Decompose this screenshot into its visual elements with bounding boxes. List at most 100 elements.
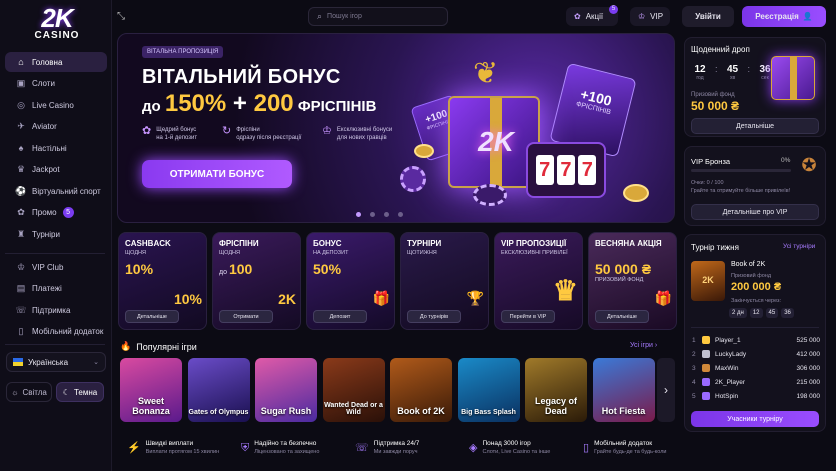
game-tile[interactable]: Sugar Rush [255, 358, 317, 422]
feature-subtitle: Ми завжди поруч [373, 449, 418, 455]
avatar [702, 350, 710, 358]
games-next-icon[interactable]: › [657, 358, 675, 422]
sidebar-item-label: VIP Club [32, 262, 64, 272]
sidebar-item-5[interactable]: ♛ Jackpot [5, 160, 107, 180]
promo-value: до 100 [219, 261, 252, 277]
leaderboard-row: 5 HotSpin 198 000 [692, 390, 820, 402]
sidebar-item-8[interactable]: ♜ Турніри [5, 224, 107, 244]
support-icon: ☏ [355, 442, 369, 454]
hero-t2-number: 200 [253, 90, 294, 117]
search-input[interactable]: ⌕ Пошук ігор [308, 7, 448, 26]
crown-icon: ♔ [322, 125, 332, 137]
sidebar-item2-0[interactable]: ♔ VIP Club [5, 257, 107, 277]
slide-dot[interactable] [370, 212, 375, 217]
promo-card[interactable]: VIP ПРОПОЗИЦІЇ ЕКСКЛЮЗИВНІ ПРИВІЛЕЇ ♛ Перей… [494, 232, 583, 330]
bow-icon: ❦ [473, 57, 499, 90]
coin-icon [414, 144, 434, 158]
promo-gift-icon: ✿ [17, 207, 25, 217]
vip-details-button[interactable]: Детальніше про VIP [691, 204, 819, 220]
promo-card[interactable]: БОНУС НА ДЕПОЗИТ 50% 🎁 Депозит [306, 232, 395, 330]
hero-banner[interactable]: ВІТАЛЬНА ПРОПОЗИЦІЯ ВІТАЛЬНИЙ БОНУС до 1… [117, 33, 675, 223]
sun-icon: ☼ [11, 387, 19, 397]
sidebar-item-0[interactable]: ⌂ Головна [5, 52, 107, 72]
hero-t2-word: ФРІСПІНІВ [293, 98, 377, 115]
leader-rank: 5 [692, 392, 696, 400]
tournament-game-thumb[interactable]: 2K [691, 261, 725, 301]
logo[interactable]: 2K CASINO [22, 5, 92, 42]
feature-line: на 1-й депозит [156, 135, 198, 141]
game-tile[interactable]: Gates of Olympus [187, 358, 250, 422]
daily-drop-panel: Щоденний дроп 12 год : 45 хв : 36 сек Призо… [684, 37, 826, 137]
daily-drop-details-button[interactable]: Детальніше [691, 118, 819, 134]
slide-dot[interactable] [398, 212, 403, 217]
avatar [702, 378, 710, 386]
register-button[interactable]: Реєстрація 👤 [742, 6, 826, 27]
promo-button[interactable]: Перейти в VIP [501, 310, 555, 323]
sidebar-item2-1[interactable]: ▤ Платежі [5, 279, 107, 299]
promo-button[interactable]: Отримати [219, 310, 273, 323]
sidebar-item-label: Слоти [32, 79, 55, 88]
promos-button[interactable]: ✿ Акції 5 [566, 5, 618, 26]
get-bonus-button[interactable]: ОТРИМАТИ БОНУС [142, 160, 292, 188]
slot-machine-art: 7 7 7 [526, 142, 606, 198]
sidebar-item-6[interactable]: ⚽ Віртуальний спорт [5, 181, 107, 201]
sidebar-item-3[interactable]: ✈ Aviator [5, 117, 107, 137]
theme-light-button[interactable]: ☼ Світла [6, 382, 52, 402]
trophy-icon: ♜ [16, 228, 26, 239]
game-tile[interactable]: Big Bass Splash [457, 358, 520, 422]
slide-dot[interactable] [384, 212, 389, 217]
tournament-seconds: 36 [781, 308, 794, 318]
promo-subtitle: ЩОТИЖНЯ [407, 250, 437, 256]
all-games-link[interactable]: Усі ігри › [630, 342, 657, 349]
promo-button[interactable]: Детальніше [125, 310, 179, 323]
tournament-ends-label: Закінчується через: [731, 298, 782, 304]
feature-line: Щедрий бонус [156, 127, 197, 133]
collapse-sidebar-icon[interactable]: ⤡ [114, 9, 128, 23]
live-casino-icon: ◎ [17, 99, 25, 110]
game-tile[interactable]: Hot Fiesta [592, 358, 655, 422]
sidebar-item-1[interactable]: ▣ Слоти [5, 74, 107, 94]
theme-dark-button[interactable]: ☾ Темна [56, 382, 104, 402]
hero-feature: ↻ Фріспіни одразу після реєстрації [222, 126, 301, 142]
promo-value: 50 000 ₴ [595, 261, 651, 277]
game-tile[interactable]: Sweet Bonanza [120, 358, 182, 422]
game-tile[interactable]: Legacy of Dead [525, 358, 587, 422]
promo-card[interactable]: ФРІСПІНИ ЩОДНЯ до 100 2K Отримати [212, 232, 301, 330]
login-button[interactable]: Увійти [682, 6, 734, 27]
promos-badge: 5 [609, 5, 618, 14]
leader-name: LuckyLady [715, 350, 747, 358]
promo-button[interactable]: Депозит [313, 310, 367, 323]
home-icon: ⌂ [18, 57, 24, 67]
language-select[interactable]: Українська ⌄ [6, 352, 106, 372]
user-icon: 👤 [802, 12, 813, 21]
promo-badge: 5 [62, 207, 74, 218]
all-tournaments-link[interactable]: Усі турніри [783, 243, 815, 250]
sidebar-item2-3[interactable]: ▯ Мобільний додаток [5, 322, 107, 342]
game-tile[interactable]: Book of 2K [390, 358, 452, 422]
feature-title: Мобільний додаток [594, 440, 653, 447]
divider [691, 327, 819, 328]
promo-card[interactable]: ВЕСНЯНА АКЦІЯ 50 000 ₴ ПРИЗОВИЙ ФОНД 🎁 Детал… [588, 232, 677, 330]
game-tile[interactable]: Wanted Dead or a Wild [322, 358, 385, 422]
sidebar-item-2[interactable]: ◎ Live Casino [5, 95, 107, 115]
sidebar-item-7[interactable]: ✿ Промо 5 [5, 203, 107, 223]
fire-icon: 🔥 [120, 341, 132, 351]
tournament-title: Турнір тижня [691, 243, 739, 252]
slot-reel: 7 [556, 155, 575, 185]
feature-item: ◈ Понад 3000 ігор Слоти, Live Casino та ін… [469, 432, 550, 464]
promo-art-icon: 10% [173, 291, 202, 307]
sidebar-item-label: Підтримка [32, 305, 71, 315]
sidebar-item-4[interactable]: ♠ Настільні [5, 138, 107, 158]
sidebar-item2-2[interactable]: ☏ Підтримка [5, 300, 107, 320]
promo-subtitle: ЩОДНЯ [125, 250, 146, 256]
promo-button[interactable]: До турнірів [407, 310, 461, 323]
promo-card[interactable]: ТУРНІРИ ЩОТИЖНЯ 🏆 До турнірів [400, 232, 489, 330]
promo-button[interactable]: Детальніше [595, 310, 649, 323]
bronze-badge-icon: ✪ [801, 155, 817, 175]
vip-button[interactable]: ♔ VIP [630, 7, 670, 26]
leader-name: 2K_Player [715, 378, 745, 386]
slide-dot[interactable] [356, 212, 361, 217]
promo-card[interactable]: CASHBACK ЩОДНЯ 10% 10% Детальніше [118, 232, 207, 330]
tournament-participants-button[interactable]: Учасники турніру [691, 411, 819, 427]
aviator-icon: ✈ [17, 121, 25, 131]
